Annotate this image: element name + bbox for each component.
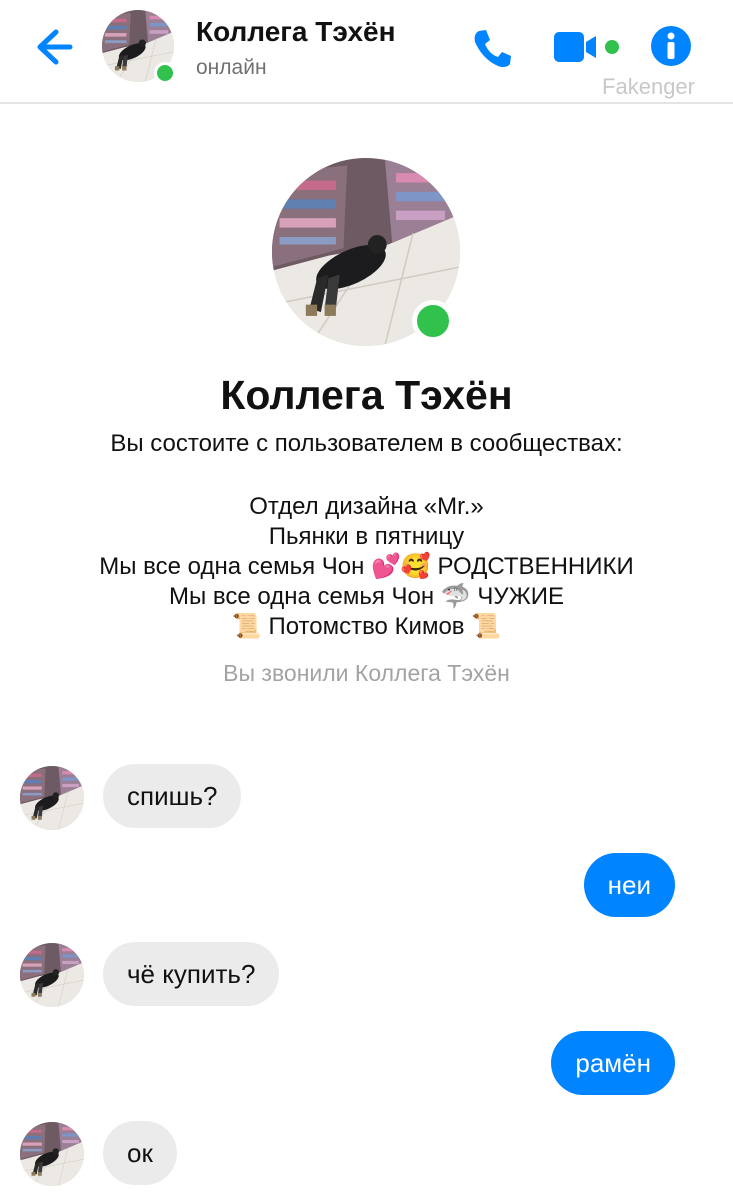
message-bubble-incoming[interactable]: спишь? [103,764,242,828]
message-bubble-incoming[interactable]: ок [103,1121,177,1185]
message-bubble-outgoing[interactable]: неи [583,853,675,917]
profile-avatar[interactable] [272,158,460,346]
arrow-left-icon [37,29,73,65]
back-button[interactable] [30,24,76,70]
shared-communities-label: Вы состоите с пользователем в сообщества… [110,430,623,457]
chat-header: Коллега Тэхён онлайн Fakenger [0,0,733,104]
watermark: Fakenger [602,74,695,99]
video-camera-icon [554,32,619,62]
community-item[interactable]: Пьянки в пятницу [0,522,733,552]
profile-name: Коллега Тэхён [220,372,513,418]
contact-name[interactable]: Коллега Тэхён [196,16,396,48]
community-item[interactable]: Мы все одна семья Чон 💕🥰 РОДСТВЕННИКИ [0,552,733,582]
community-item[interactable]: 📜 Потомство Кимов 📜 [0,612,733,642]
message-avatar[interactable] [20,943,84,1007]
call-button[interactable] [470,26,514,70]
contact-status: онлайн [196,56,267,79]
info-button[interactable] [650,25,692,67]
contact-avatar[interactable] [102,10,176,84]
online-indicator [154,62,176,84]
message-bubble-incoming[interactable]: чё купить? [103,942,280,1006]
community-item[interactable]: Мы все одна семья Чон 🦈 ЧУЖИЕ [0,582,733,612]
phone-icon [474,30,511,68]
avatar-photo [20,766,84,830]
video-call-button[interactable] [552,30,622,64]
avatar-photo [20,1122,84,1186]
call-history-note: Вы звонили Коллега Тэхён [223,660,510,686]
message-bubble-outgoing[interactable]: рамён [551,1031,675,1095]
community-item[interactable]: Отдел дизайна «Mr.» [0,492,733,522]
message-avatar[interactable] [20,766,84,830]
message-avatar[interactable] [20,1122,84,1186]
avatar-photo [20,943,84,1007]
shared-communities-list: Отдел дизайна «Mr.» Пьянки в пятницу Мы … [0,492,733,642]
profile-online-indicator [412,300,454,342]
info-icon [651,26,691,66]
